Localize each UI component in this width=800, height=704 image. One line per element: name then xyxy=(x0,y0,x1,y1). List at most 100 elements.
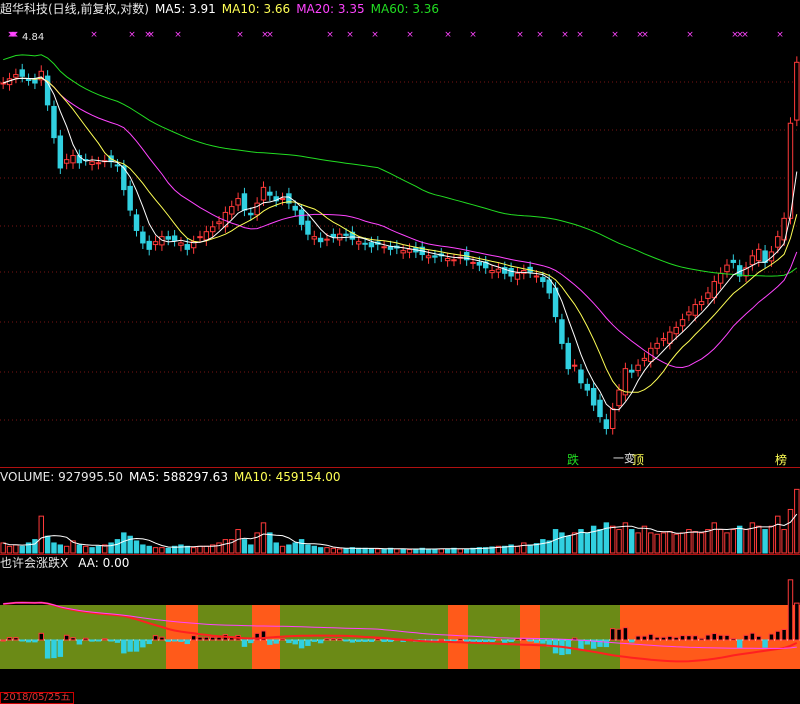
volume-bar xyxy=(44,535,51,554)
volume-bar xyxy=(438,548,444,554)
price-candle xyxy=(400,250,406,254)
volume-bar xyxy=(381,548,387,554)
price-candle xyxy=(406,248,413,253)
volume-bar xyxy=(133,540,140,554)
indicator-candle xyxy=(44,639,51,659)
price-candle xyxy=(184,244,191,250)
price-candle xyxy=(686,311,692,316)
price-candle xyxy=(140,231,146,244)
indicator-candle xyxy=(775,630,781,641)
price-candle xyxy=(171,235,178,241)
price-candle xyxy=(571,364,578,367)
indicator-candle xyxy=(184,639,191,645)
indicator-candle xyxy=(660,636,667,641)
volume-bar xyxy=(305,544,311,554)
indicator-candle xyxy=(356,639,362,642)
indicator-candle xyxy=(362,639,368,642)
price-candle xyxy=(470,261,476,264)
indicator-candle xyxy=(768,633,775,641)
volume-bar xyxy=(362,547,368,554)
sell-mark: × xyxy=(536,30,544,40)
volume-bar xyxy=(248,544,254,554)
sell-mark: × xyxy=(611,30,619,40)
volume-bar xyxy=(698,532,705,554)
volume-bar xyxy=(724,532,730,554)
volume-bar xyxy=(762,529,768,554)
volume-bar xyxy=(787,508,794,554)
price-candle xyxy=(25,78,32,81)
price-candle xyxy=(432,255,438,258)
volume-bar xyxy=(711,522,718,554)
price-candle xyxy=(724,264,730,273)
indicator-candle xyxy=(667,635,673,641)
volume-bar xyxy=(756,525,762,554)
price-candle xyxy=(362,242,368,245)
indicator-candle xyxy=(127,639,133,652)
volume-bar xyxy=(260,522,267,554)
volume-bar xyxy=(730,529,737,554)
volume-bar xyxy=(197,545,203,554)
volume-bar xyxy=(336,548,343,554)
signal-bang: 榜 xyxy=(775,453,788,467)
price-candle xyxy=(533,275,540,278)
volume-bar xyxy=(57,544,64,554)
volume-bar xyxy=(63,545,70,554)
volume-bar xyxy=(457,548,464,554)
price-candle xyxy=(673,326,679,335)
indicator-candle xyxy=(336,638,343,641)
volume-bar xyxy=(717,529,724,554)
price-candle xyxy=(63,159,70,164)
volume-bar xyxy=(425,548,432,554)
indicator-candle xyxy=(38,632,44,641)
volume-bar xyxy=(76,544,83,554)
volume-bar xyxy=(375,548,381,554)
volume-bar xyxy=(203,545,210,554)
volume-bar xyxy=(565,535,571,554)
volume-bar xyxy=(743,529,749,554)
price-candle xyxy=(209,226,216,233)
volume-bar xyxy=(82,545,89,554)
indicator-candle xyxy=(57,639,64,657)
volume-bar xyxy=(51,542,57,554)
price-candle xyxy=(305,220,311,235)
volume-bar xyxy=(514,545,521,554)
price-candle xyxy=(578,369,584,384)
volume-bar xyxy=(641,525,648,554)
signal-ding: 顶 xyxy=(632,453,645,467)
price-candle xyxy=(451,259,457,262)
price-candle xyxy=(0,82,6,85)
volume-bar xyxy=(571,532,578,554)
indicator-candle xyxy=(438,638,444,641)
indicator-candle xyxy=(622,627,629,641)
volume-bar xyxy=(89,547,95,554)
volume-bar xyxy=(0,542,6,554)
volume-bar xyxy=(705,529,711,554)
indicator-candle xyxy=(756,635,762,641)
volume-bar xyxy=(673,533,679,554)
sell-mark: × xyxy=(776,30,784,40)
indicator-zone xyxy=(540,605,620,669)
price-candle xyxy=(667,331,673,344)
indicator-candle xyxy=(279,638,286,641)
price-candle xyxy=(267,191,273,196)
indicator-candle xyxy=(159,636,165,641)
indicator-candle xyxy=(121,639,127,654)
volume-bar xyxy=(368,548,375,554)
volume-bar xyxy=(32,539,38,554)
volume-bar xyxy=(190,547,197,554)
indicator-candle xyxy=(95,639,102,642)
volume-bar xyxy=(768,525,775,554)
volume-bar xyxy=(432,548,438,554)
indicator-candle xyxy=(51,639,57,659)
stock-chart[interactable]: ××××× × × ×× × × ×× × × × × × × × × × × × ×× × ××× × xyxy=(0,0,800,701)
indicator-candle xyxy=(794,602,800,641)
price-candle xyxy=(705,292,711,299)
price-candle xyxy=(229,206,235,215)
price-candle xyxy=(32,79,38,84)
indicator-candle xyxy=(603,639,610,648)
price-candle xyxy=(444,257,451,262)
price-candle xyxy=(127,185,133,211)
indicator-candle xyxy=(82,637,89,641)
price-candle xyxy=(248,212,254,216)
volume-bar xyxy=(603,522,610,554)
